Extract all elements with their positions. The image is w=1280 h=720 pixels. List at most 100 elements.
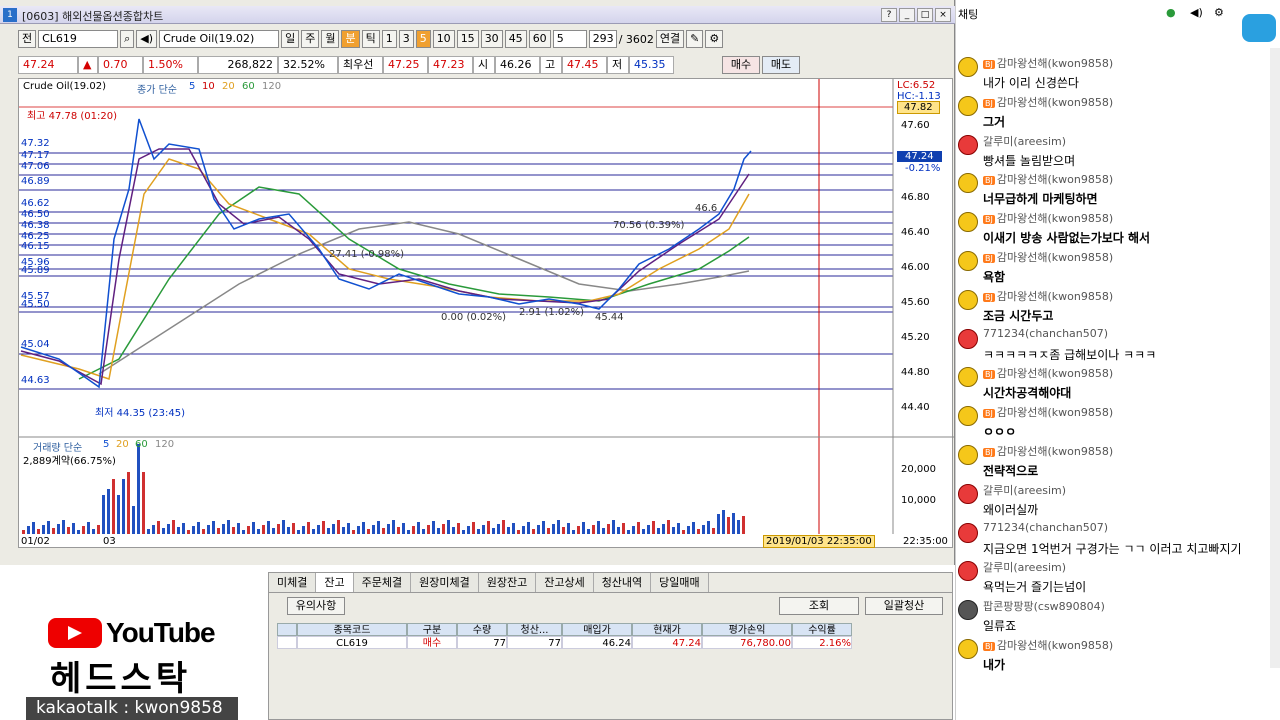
chat-nick[interactable]: 771234(chanchan507) [983,521,1108,534]
chat-nick[interactable]: BJ 감마왕선해(kwon9858) [983,210,1113,226]
tab-daily-trades[interactable]: 당일매매 [651,573,709,592]
period-day[interactable]: 일 [281,30,300,48]
chat-nick[interactable]: BJ 감마왕선해(kwon9858) [983,55,1113,71]
interval-1[interactable]: 1 [381,30,397,48]
tab-balance[interactable]: 잔고 [316,573,354,592]
chat-nick[interactable]: 갈루미(areesim) [983,133,1066,149]
avatar-icon[interactable] [958,639,978,659]
liquidate-all-button[interactable]: 일괄청산 [865,597,943,615]
volume-bar [377,521,380,534]
period-tick[interactable]: 틱 [361,30,380,48]
bj-badge-icon: BJ [983,215,995,225]
chat-nick[interactable]: BJ 감마왕선해(kwon9858) [983,171,1113,187]
query-button[interactable]: 조회 [779,597,859,615]
tab-balance-detail[interactable]: 잔고상세 [536,573,594,592]
volume-bar [57,524,60,534]
tab-order-fill[interactable]: 주문체결 [353,573,412,592]
chat-nick[interactable]: 팝콘팡팡팡(csw890804) [983,598,1105,614]
row-checkbox[interactable] [277,636,297,649]
interval-15[interactable]: 15 [456,30,479,48]
settings-icon[interactable]: ⚙ [1214,6,1224,19]
period-minute[interactable]: 분 [341,30,360,48]
close-button[interactable]: × [935,8,951,22]
lp-8: 46.15 [21,241,50,252]
ytick-6: 45.20 [901,332,930,343]
interval-10[interactable]: 10 [432,30,455,48]
interval-45[interactable]: 45 [504,30,527,48]
speaker-icon[interactable]: ◀) [1190,6,1203,19]
interval-30[interactable]: 30 [480,30,503,48]
chat-nick[interactable]: BJ 감마왕선해(kwon9858) [983,94,1113,110]
chat-nick[interactable]: BJ 감마왕선해(kwon9858) [983,288,1113,304]
balance-tabs: 미체결 잔고 주문체결 원장미체결 원장잔고 잔고상세 청산내역 당일매매 [269,573,952,593]
volume-bar [592,525,595,534]
speaker-icon[interactable]: ◀) [136,30,158,48]
volume-bar [517,530,520,534]
tab-ledger-unfilled[interactable]: 원장미체결 [411,573,479,592]
avatar-icon[interactable] [958,212,978,233]
chat-nick[interactable]: 갈루미(areesim) [983,482,1066,498]
interval-3[interactable]: 3 [398,30,414,48]
volume-bar [167,524,170,534]
interval-5[interactable]: 5 [415,30,431,48]
count-input[interactable]: 293 [588,30,617,48]
avatar-icon[interactable] [958,251,978,271]
avatar-icon[interactable] [958,367,978,388]
chat-nick[interactable]: BJ 감마왕선해(kwon9858) [983,637,1113,653]
volume-bar [67,527,70,534]
buy-button[interactable]: 매수 [722,56,760,74]
maximize-button[interactable]: □ [917,8,933,22]
volume-bar [82,526,85,534]
chat-nick[interactable]: BJ 감마왕선해(kwon9858) [983,443,1113,459]
avatar-icon[interactable] [958,522,978,543]
symbol-input[interactable]: CL619 [38,30,119,48]
search-icon[interactable]: ⌕ [120,30,135,48]
balance-table: 종목코드 구분 수량 청산... 매입가 현재가 평가손익 수익률 CL619 … [277,623,927,649]
chat-nick[interactable]: BJ 감마왕선해(kwon9858) [983,365,1113,381]
help-icon[interactable]: ? [881,8,897,22]
interval-select[interactable]: 5 [552,30,587,48]
avatar-icon[interactable] [958,134,978,155]
avatar-icon[interactable] [958,445,978,465]
chat-text: 내가 이리 신경쓴다 [983,76,1079,90]
avatar-icon[interactable] [958,600,978,621]
select-all-checkbox[interactable] [277,623,297,636]
link-button[interactable]: 연결 [655,30,685,48]
period-month[interactable]: 월 [321,30,340,48]
volume-bar [467,526,470,534]
sell-button[interactable]: 매도 [762,56,800,74]
avatar-icon[interactable] [958,561,978,582]
table-row[interactable]: CL619 매수 77 77 46.24 47.24 76,780.00 2.1… [277,636,927,649]
up-arrow-icon: ▲ [78,56,98,74]
tab-unfilled[interactable]: 미체결 [269,573,317,592]
tab-ledger-balance[interactable]: 원장잔고 [478,573,537,592]
avatar-icon[interactable] [958,328,978,349]
tab-liquidation-history[interactable]: 청산내역 [593,573,652,592]
chat-nick[interactable]: BJ 감마왕선해(kwon9858) [983,249,1113,265]
jeon-button[interactable]: 전 [18,30,37,48]
avatar-icon[interactable] [958,289,978,310]
settings-icon[interactable]: ⚙ [705,30,724,48]
price-chart[interactable]: Crude Oil(19.02) 종가 단순 5 10 20 60 120 LC… [18,78,954,548]
minimize-button[interactable]: _ [899,8,915,22]
volume-bar [567,523,570,534]
volume-bar [717,514,720,534]
volume-bar [187,530,190,534]
volume-bar [132,506,135,534]
tools-icon[interactable]: ✎ [686,30,704,48]
avatar-icon[interactable] [958,406,978,427]
interval-60[interactable]: 60 [528,30,551,48]
avatar-icon[interactable] [958,483,978,504]
chat-text: 빵셔틀 놀림받으며 [983,153,1076,168]
chat-nick[interactable]: 갈루미(areesim) [983,559,1066,575]
caution-button[interactable]: 유의사항 [287,597,345,615]
period-week[interactable]: 주 [301,30,320,48]
avatar-icon[interactable] [958,57,978,77]
avatar-icon[interactable] [958,95,978,116]
user-icon[interactable]: ● [1166,6,1176,19]
chat-nick[interactable]: BJ 감마왕선해(kwon9858) [983,404,1113,420]
ma10-label: 10 [202,81,215,92]
chat-scrollbar[interactable] [1270,48,1280,668]
chat-nick[interactable]: 771234(chanchan507) [983,327,1108,340]
avatar-icon[interactable] [958,173,978,194]
